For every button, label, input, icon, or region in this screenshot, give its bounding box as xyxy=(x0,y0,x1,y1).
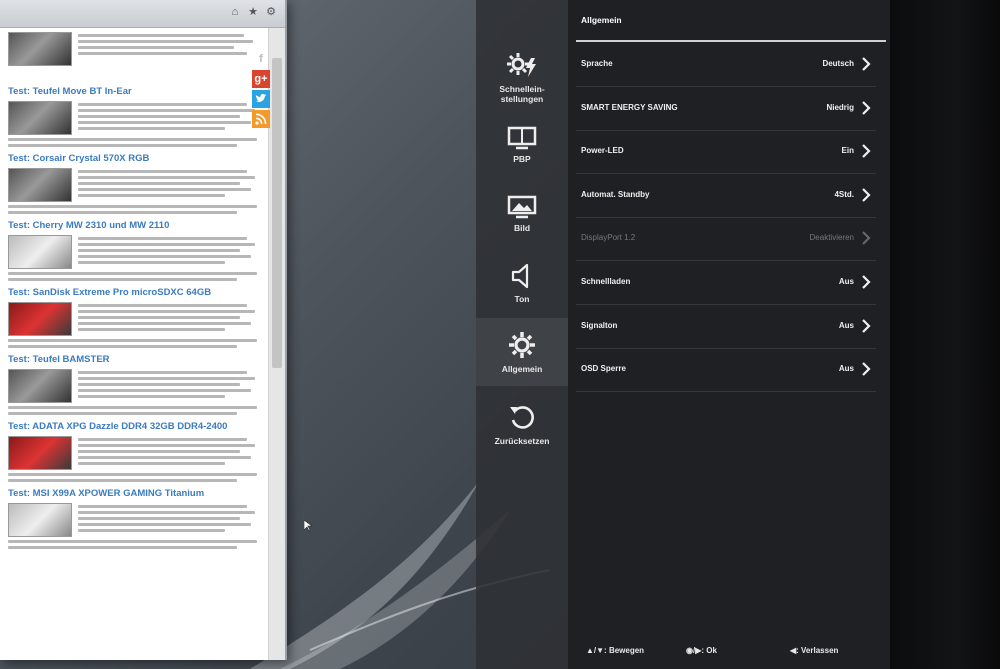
setting-label: Sprache xyxy=(581,59,613,68)
browser-window: ⌂ ★ ⚙ Test: Teufel Move BT In-Ear Test: C… xyxy=(0,0,287,660)
article-thumbnail[interactable] xyxy=(8,436,72,470)
google-plus-icon[interactable]: g+ xyxy=(252,70,270,88)
article-item: Test: MSI X99A XPOWER GAMING Titanium xyxy=(8,488,262,549)
setting-row[interactable]: Power-LED Ein xyxy=(576,131,876,175)
social-share-bar: f g+ xyxy=(252,50,270,128)
article-thumbnail[interactable] xyxy=(8,101,72,135)
category-label: PBP xyxy=(513,154,531,164)
setting-row[interactable]: Signalton Aus xyxy=(576,306,876,349)
setting-row: DisplayPort 1.2 Deaktivieren xyxy=(576,218,876,262)
footer-move-hint: ▲/▼: Bewegen xyxy=(586,646,645,655)
setting-label: Automat. Standby xyxy=(581,189,650,199)
article-thumbnail[interactable] xyxy=(8,369,72,403)
chevron-right-icon xyxy=(862,188,871,202)
setting-value: Deaktivieren xyxy=(809,233,854,243)
category-label: Allgemein xyxy=(501,364,543,374)
setting-value: Aus xyxy=(838,364,854,374)
article-item: Test: SanDisk Extreme Pro microSDXC 64GB xyxy=(8,287,262,348)
article-title-link[interactable]: Test: ADATA XPG Dazzle DDR4 32GB DDR4-24… xyxy=(8,421,262,432)
article-title-link[interactable]: Test: MSI X99A XPOWER GAMING Titanium xyxy=(8,488,262,499)
footer-ok-hint: ◉/▶: Ok xyxy=(686,646,717,655)
star-icon[interactable]: ★ xyxy=(247,6,259,18)
chevron-right-icon xyxy=(862,362,871,376)
setting-label: SMART ENERGY SAVING xyxy=(581,102,678,112)
article-thumbnail[interactable] xyxy=(8,168,72,202)
article-item: Test: Teufel BAMSTER xyxy=(8,354,262,415)
speaker-icon xyxy=(511,263,529,289)
article-item: Test: Corsair Crystal 570X RGB xyxy=(8,153,262,214)
setting-row[interactable]: Sprache Deutsch xyxy=(576,44,876,87)
mouse-pointer-icon xyxy=(304,520,312,532)
chevron-right-icon xyxy=(862,100,871,115)
browser-toolbar: ⌂ ★ ⚙ xyxy=(0,0,285,28)
home-icon[interactable]: ⌂ xyxy=(229,6,241,18)
setting-value: Ein xyxy=(841,146,854,156)
chevron-right-icon xyxy=(862,144,871,158)
article-thumbnail[interactable] xyxy=(8,302,72,336)
osd-category-bar: Schnellein-stellungen PBP Bild Ton Allge… xyxy=(476,0,568,669)
setting-value: Niedrig xyxy=(826,102,854,112)
reset-icon xyxy=(510,406,534,429)
article-title-link[interactable]: Test: Teufel BAMSTER xyxy=(8,354,262,365)
setting-label: Schnellladen xyxy=(581,277,631,286)
category-sound[interactable]: Ton xyxy=(476,262,568,310)
article-title-link[interactable]: Test: Teufel Move BT In-Ear xyxy=(8,86,262,97)
article-thumbnail[interactable] xyxy=(8,235,72,269)
article-fragment xyxy=(8,32,262,80)
gear-icon xyxy=(509,332,535,358)
category-label: Zurücksetzen xyxy=(494,436,550,446)
category-label: Ton xyxy=(514,294,530,304)
article-title-link[interactable]: Test: SanDisk Extreme Pro microSDXC 64GB xyxy=(8,287,262,298)
picture-icon xyxy=(507,195,537,219)
page-scrollbar[interactable] xyxy=(268,28,285,660)
setting-row[interactable]: Automat. Standby 4Std. xyxy=(576,175,876,218)
chevron-right-icon xyxy=(862,231,871,246)
setting-label: OSD Sperre xyxy=(581,364,626,374)
category-general[interactable]: Allgemein xyxy=(476,318,568,386)
menu-title: Allgemein xyxy=(581,15,622,25)
facebook-icon[interactable]: f xyxy=(252,50,270,68)
article-item: Test: ADATA XPG Dazzle DDR4 32GB DDR4-24… xyxy=(8,421,262,482)
monitor-bezel xyxy=(890,0,1000,669)
scrollbar-thumb[interactable] xyxy=(272,58,282,368)
osd-footer: ▲/▼: Bewegen ◉/▶: Ok ◀: Verlassen xyxy=(568,640,890,664)
quick-settings-icon xyxy=(507,53,536,77)
setting-value: Aus xyxy=(838,277,854,286)
article-item: Test: Cherry MW 2310 und MW 2110 xyxy=(8,220,262,281)
footer-exit-hint: ◀: Verlassen xyxy=(790,646,839,655)
article-title-link[interactable]: Test: Corsair Crystal 570X RGB xyxy=(8,153,262,164)
category-reset[interactable]: Zurücksetzen xyxy=(476,402,568,450)
category-picture[interactable]: Bild xyxy=(476,195,568,240)
article-list: Test: Teufel Move BT In-Ear Test: Corsair… xyxy=(8,86,262,549)
setting-row[interactable]: Schnellladen Aus xyxy=(576,262,876,305)
chevron-right-icon xyxy=(862,57,871,71)
setting-value: 4Std. xyxy=(834,189,854,199)
setting-value: Aus xyxy=(838,320,854,330)
category-pbp[interactable]: PBP xyxy=(476,126,568,171)
article-thumbnail[interactable] xyxy=(8,503,72,537)
category-label: Schnellein-stellungen xyxy=(499,84,545,104)
setting-label: DisplayPort 1.2 xyxy=(581,233,636,243)
setting-label: Signalton xyxy=(581,320,618,330)
setting-value: Deutsch xyxy=(822,59,854,68)
osd-settings-panel: Allgemein Sprache Deutsch SMART ENERGY SAV… xyxy=(568,0,890,669)
article-title-link[interactable]: Test: Cherry MW 2310 und MW 2110 xyxy=(8,220,262,231)
pbp-icon xyxy=(507,126,537,150)
setting-row[interactable]: SMART ENERGY SAVING Niedrig xyxy=(576,88,876,131)
twitter-icon[interactable] xyxy=(252,90,270,108)
web-page-content: Test: Teufel Move BT In-Ear Test: Corsair… xyxy=(0,28,268,660)
chevron-right-icon xyxy=(862,275,871,289)
menu-header: Allgemein xyxy=(576,14,886,42)
rss-icon[interactable] xyxy=(252,110,270,128)
category-quick-settings[interactable]: Schnellein-stellungen xyxy=(476,50,568,110)
category-label: Bild xyxy=(513,223,531,233)
article-item: Test: Teufel Move BT In-Ear xyxy=(8,86,262,147)
chevron-right-icon xyxy=(862,318,871,333)
article-thumbnail[interactable] xyxy=(8,32,72,66)
setting-row[interactable]: OSD Sperre Aus xyxy=(576,349,876,393)
gear-icon[interactable]: ⚙ xyxy=(265,6,277,18)
setting-label: Power-LED xyxy=(581,146,624,156)
